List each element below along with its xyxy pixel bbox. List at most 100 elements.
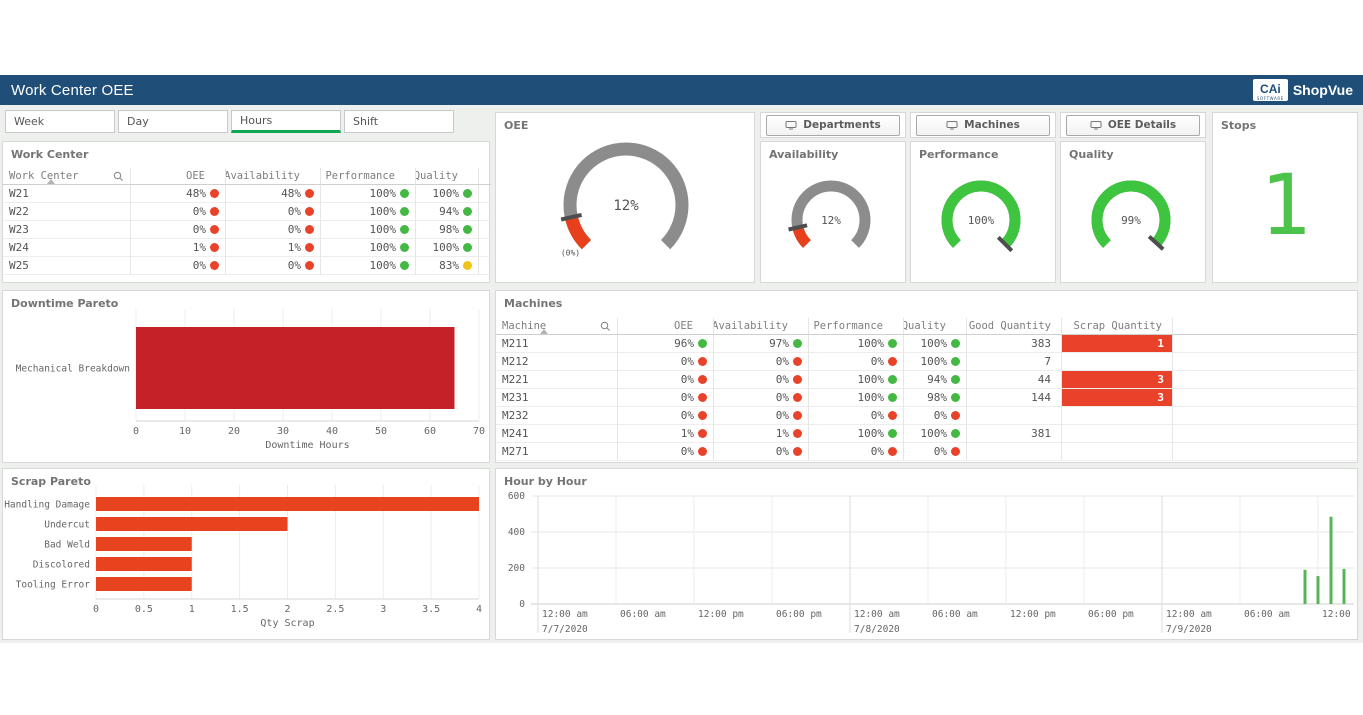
column-header-machine[interactable]: Machine (496, 318, 618, 335)
svg-text:0.5: 0.5 (135, 604, 153, 615)
svg-text:0: 0 (133, 426, 139, 437)
row-label-cell[interactable]: W23 (3, 221, 131, 239)
row-label-cell[interactable]: W22 (3, 203, 131, 221)
table-row[interactable]: M21196%97%100%100%3831 (496, 335, 1357, 353)
status-dot-red (793, 411, 802, 420)
work-center-panel: Work Center Work CenterOEEAvailabilityPe… (2, 141, 490, 283)
column-header-oee[interactable]: OEE (131, 168, 226, 185)
svg-text:Discolored: Discolored (33, 560, 90, 571)
metric-cell: 0% (904, 443, 967, 461)
quality-gauge-panel: Quality 99% (1060, 141, 1206, 283)
column-header-quality[interactable]: Quality (904, 318, 967, 335)
table-row[interactable]: W230%0%100%98% (3, 221, 489, 239)
search-icon[interactable] (113, 171, 124, 182)
table-row[interactable]: M2120%0%0%100%7 (496, 353, 1357, 371)
status-dot-red (793, 375, 802, 384)
svg-text:1.5: 1.5 (231, 604, 249, 615)
scrap-quantity-cell (1062, 353, 1173, 371)
status-dot-green (951, 393, 960, 402)
column-header-work-center[interactable]: Work Center (3, 168, 131, 185)
filter-tab-hours[interactable]: Hours (231, 110, 341, 133)
availability-gauge-panel: Availability 12% (760, 141, 906, 283)
table-row[interactable]: M2210%0%100%94%443 (496, 371, 1357, 389)
stops-kpi-panel: Stops 1 (1212, 112, 1358, 283)
svg-text:100%: 100% (968, 214, 995, 227)
status-dot-yellow (463, 261, 472, 270)
svg-text:20: 20 (228, 426, 240, 437)
svg-text:3: 3 (380, 604, 386, 615)
good-quantity-cell: 381 (967, 425, 1062, 443)
status-dot-green (400, 225, 409, 234)
metric-cell: 100% (809, 335, 904, 353)
row-label-cell[interactable]: M221 (496, 371, 618, 389)
row-label-cell[interactable]: W21 (3, 185, 131, 203)
search-icon[interactable] (600, 321, 611, 332)
status-dot-red (305, 243, 314, 252)
oee-details-button[interactable]: OEE Details (1066, 115, 1200, 136)
table-row[interactable]: W2148%48%100%100% (3, 185, 489, 203)
bar (96, 537, 192, 551)
column-header-performance[interactable]: Performance (809, 318, 904, 335)
row-label-cell[interactable]: M211 (496, 335, 618, 353)
column-header-good-quantity[interactable]: Good Quantity (967, 318, 1062, 335)
table-row[interactable]: M2710%0%0%0% (496, 443, 1357, 461)
table-header-row: MachineOEEAvailabilityPerformanceQuality… (496, 318, 1357, 335)
metric-cell: 100% (809, 371, 904, 389)
scrap-quantity-cell (1062, 425, 1173, 443)
status-dot-green (951, 339, 960, 348)
metric-cell: 1% (714, 425, 809, 443)
filter-tab-day[interactable]: Day (118, 110, 228, 133)
svg-text:12:00 pm: 12:00 pm (1010, 609, 1056, 620)
status-dot-green (888, 393, 897, 402)
column-header-scrap-quantity[interactable]: Scrap Quantity (1062, 318, 1173, 335)
departments-button[interactable]: Departments (766, 115, 900, 136)
status-dot-red (210, 225, 219, 234)
table-row[interactable]: M2320%0%0%0% (496, 407, 1357, 425)
svg-text:0: 0 (93, 604, 99, 615)
table-row[interactable]: M2411%1%100%100%381 (496, 425, 1357, 443)
svg-text:2.5: 2.5 (326, 604, 344, 615)
svg-text:30: 30 (277, 426, 289, 437)
scrap-pareto-title: Scrap Pareto (11, 475, 91, 488)
table-row[interactable]: W241%1%100%100% (3, 239, 489, 257)
performance-panel-title: Performance (919, 148, 998, 161)
column-header-performance[interactable]: Performance (321, 168, 416, 185)
svg-text:06:00 am: 06:00 am (932, 609, 978, 620)
scrap-pareto-panel: Scrap Pareto 00.511.522.533.54Handling D… (2, 468, 490, 640)
table-row[interactable]: M2310%0%100%98%1443 (496, 389, 1357, 407)
metric-cell: 0% (618, 389, 714, 407)
metric-cell: 0% (131, 203, 226, 221)
metric-cell: 100% (416, 239, 479, 257)
work-center-panel-title: Work Center (11, 148, 88, 161)
departments-button-panel: Departments (760, 112, 906, 138)
filter-tab-week[interactable]: Week (5, 110, 115, 133)
empty-cell (1173, 443, 1357, 461)
good-quantity-cell: 383 (967, 335, 1062, 353)
bar (1343, 569, 1346, 604)
filter-tab-shift[interactable]: Shift (344, 110, 454, 133)
status-dot-green (793, 339, 802, 348)
metric-cell: 0% (714, 353, 809, 371)
row-label-cell[interactable]: M231 (496, 389, 618, 407)
row-label-cell[interactable]: W25 (3, 257, 131, 275)
machines-button[interactable]: Machines (916, 115, 1050, 136)
column-header-availability[interactable]: Availability (714, 318, 809, 335)
status-dot-red (698, 411, 707, 420)
svg-text:06:00 pm: 06:00 pm (776, 609, 822, 620)
column-header-availability[interactable]: Availability (226, 168, 321, 185)
gauge-track (570, 149, 682, 245)
row-label-cell[interactable]: M241 (496, 425, 618, 443)
table-row[interactable]: W250%0%100%83% (3, 257, 489, 275)
row-label-cell[interactable]: W24 (3, 239, 131, 257)
table-row[interactable]: W220%0%100%94% (3, 203, 489, 221)
column-header-oee[interactable]: OEE (618, 318, 714, 335)
row-label-cell[interactable]: M232 (496, 407, 618, 425)
row-label-cell[interactable]: M212 (496, 353, 618, 371)
row-label-cell[interactable]: M271 (496, 443, 618, 461)
metric-cell: 83% (416, 257, 479, 275)
oee-gauge: 12%(0%) (496, 113, 754, 282)
sort-ascending-icon (47, 179, 55, 184)
machines-table: MachineOEEAvailabilityPerformanceQuality… (496, 318, 1357, 461)
hour-by-hour-panel: Hour by Hour 020040060012:00 am7/7/20200… (495, 468, 1358, 640)
column-header-quality[interactable]: Quality (416, 168, 479, 185)
